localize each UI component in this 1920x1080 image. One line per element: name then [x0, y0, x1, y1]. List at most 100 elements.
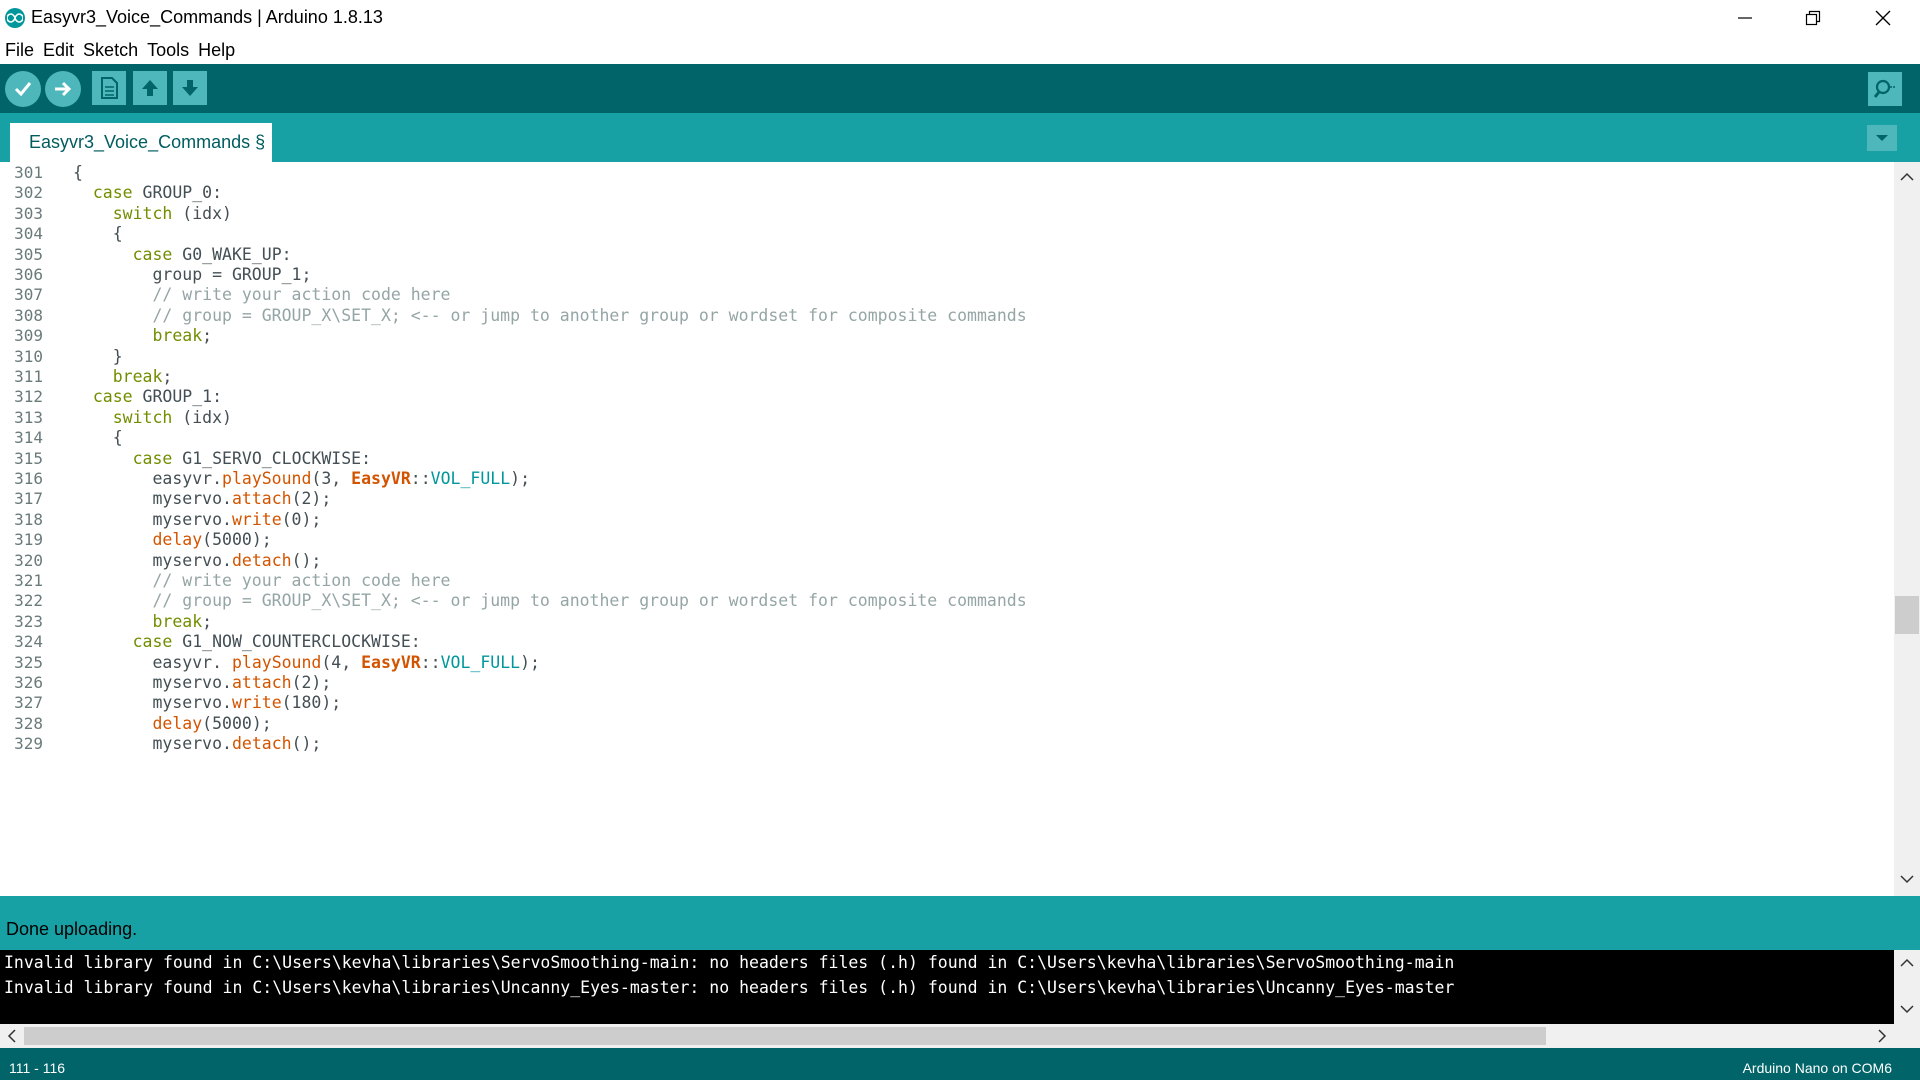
menu-sketch[interactable]: Sketch	[83, 40, 138, 61]
code-line: myservo.detach();	[73, 731, 321, 756]
scroll-up-icon	[1900, 958, 1914, 967]
code-token: case	[92, 183, 133, 203]
verify-button[interactable]	[5, 71, 41, 107]
code-token: G1_SERVO_CLOCKWISE:	[172, 448, 372, 468]
code-token: break	[152, 611, 203, 631]
code-token: ::	[420, 652, 441, 672]
code-token: myservo.	[73, 509, 232, 529]
chevron-down-icon	[1876, 135, 1888, 141]
scroll-down-icon	[1900, 1005, 1914, 1014]
code-token: (4,	[321, 652, 362, 672]
code-token: break	[152, 326, 203, 346]
code-token: EasyVR	[351, 469, 411, 488]
console-vertical-scrollbar[interactable]	[1894, 950, 1920, 1024]
menu-help[interactable]: Help	[198, 40, 235, 61]
minimize-button[interactable]	[1710, 0, 1780, 36]
code-token: EasyVR	[361, 652, 421, 672]
console-output[interactable]: Invalid library found in C:\Users\kevha\…	[0, 950, 1920, 1024]
editor-scroll-thumb[interactable]	[1895, 596, 1919, 634]
new-sketch-button[interactable]	[92, 71, 126, 105]
menu-file[interactable]: File	[5, 40, 34, 61]
arrow-down-icon	[182, 80, 198, 96]
code-token: switch	[112, 203, 173, 223]
status-bar: Done uploading.	[0, 896, 1920, 950]
menu-tools[interactable]: Tools	[147, 40, 189, 61]
code-token: G0_WAKE_UP:	[172, 244, 292, 264]
code-token: VOL_FULL	[440, 652, 521, 672]
magnifier-icon	[1873, 79, 1895, 98]
console-scroll-thumb[interactable]	[24, 1027, 1546, 1045]
tab-bar: Easyvr3_Voice_Commands §	[0, 113, 1920, 162]
tab-menu-button[interactable]	[1867, 125, 1897, 151]
code-token: ::	[410, 469, 431, 488]
editor-vertical-scrollbar[interactable]	[1894, 162, 1920, 896]
code-token: attach	[231, 489, 292, 509]
code-token: // group = GROUP_X\SET_X; <-- or jump to…	[73, 591, 1027, 611]
arduino-logo-icon	[5, 8, 25, 28]
title-bar: Easyvr3_Voice_Commands | Arduino 1.8.13	[0, 0, 1920, 36]
code-token: (180);	[281, 693, 342, 713]
code-token: detach	[231, 550, 292, 570]
restore-icon	[1805, 10, 1821, 26]
code-token: );	[520, 652, 540, 672]
menu-edit[interactable]: Edit	[43, 40, 74, 61]
arrow-right-icon	[55, 81, 72, 97]
code-token: );	[510, 469, 531, 488]
code-token: detach	[231, 734, 292, 754]
scroll-down-icon	[1900, 875, 1914, 884]
restore-button[interactable]	[1778, 0, 1848, 36]
console-line: Invalid library found in C:\Users\kevha\…	[4, 978, 1455, 997]
code-token: group = GROUP_1;	[73, 265, 312, 284]
code-token: {	[73, 428, 123, 448]
code-token: myservo.	[73, 734, 232, 754]
code-token: // group = GROUP_X\SET_X; <-- or jump to…	[73, 305, 1027, 325]
code-token: myservo.	[73, 489, 232, 509]
code-token: case	[132, 632, 173, 652]
code-token: // write your action code here	[73, 285, 451, 305]
tab-sketch[interactable]: Easyvr3_Voice_Commands §	[10, 123, 272, 162]
code-token: playSound	[231, 652, 322, 672]
code-token: delay	[152, 530, 203, 550]
code-token: easyvr.	[73, 469, 223, 488]
code-token: GROUP_0:	[132, 183, 223, 203]
code-token: (2);	[291, 489, 332, 509]
code-line: // group = GROUP_X\SET_X; <-- or jump to…	[73, 588, 1027, 613]
code-token: (3,	[311, 469, 352, 488]
open-sketch-button[interactable]	[133, 71, 167, 105]
code-token: playSound	[222, 469, 312, 488]
serial-monitor-button[interactable]	[1868, 72, 1902, 106]
save-sketch-button[interactable]	[173, 71, 207, 105]
code-token: (5000);	[202, 530, 272, 550]
line-number-gutter: 301 302 303 304 305 306 307 308 309 310 311 312 313 3…	[0, 162, 55, 896]
code-token: {	[73, 224, 123, 244]
new-file-icon	[101, 77, 118, 99]
code-token: ;	[202, 611, 213, 631]
code-token: switch	[112, 407, 173, 427]
close-button[interactable]	[1848, 0, 1918, 36]
board-port-info: Arduino Nano on COM6	[1742, 1060, 1892, 1076]
code-token: ;	[202, 326, 213, 346]
code-editor[interactable]: 301 302 303 304 305 306 307 308 309 310 311 312 313 3…	[0, 162, 1920, 896]
code-token: }	[73, 346, 123, 366]
arrow-up-icon	[142, 80, 158, 96]
code-token: ();	[291, 734, 322, 754]
bottom-status-bar: 111 - 116 Arduino Nano on COM6	[0, 1048, 1920, 1080]
code-token: case	[132, 448, 173, 468]
tab-sketch-label: Easyvr3_Voice_Commands §	[29, 132, 266, 152]
code-token: easyvr.	[73, 652, 232, 672]
code-token: write	[231, 693, 282, 713]
upload-button[interactable]	[45, 71, 81, 107]
code-token: G1_NOW_COUNTERCLOCKWISE:	[172, 632, 421, 652]
code-token: myservo.	[73, 673, 232, 692]
code-token: (2);	[291, 673, 332, 692]
